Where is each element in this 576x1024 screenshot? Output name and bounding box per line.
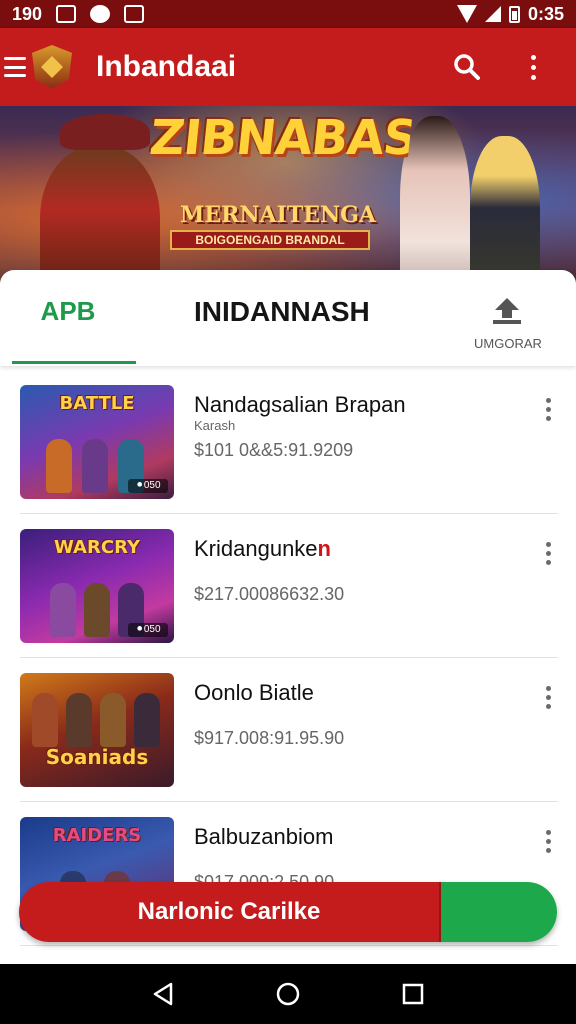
thumbnail-badge: ⚫050 [128, 479, 168, 493]
hero-banner[interactable]: ZIBNABASH MERNAITENGA BOIGOENGAID BRANDA… [0, 106, 576, 296]
secondary-action-button[interactable] [439, 882, 557, 942]
menu-icon[interactable] [4, 57, 26, 77]
game-thumbnail: BATTLE ⚫050 [20, 385, 174, 499]
status-time-right: 0:35 [527, 3, 564, 24]
item-title-mark: n [317, 536, 331, 561]
wifi-icon [456, 5, 477, 23]
item-more-icon[interactable] [538, 542, 558, 568]
app-logo [32, 45, 72, 89]
tab-bar: APB INIDANNASH UMGORAR [0, 270, 576, 366]
primary-action-button[interactable]: Narlonic Carilke [19, 882, 439, 942]
thumbnail-badge: ⚫050 [128, 623, 168, 637]
battery-icon [508, 5, 520, 23]
app-screen: 190 0:35 Inbandaai ZIBNABASH MERNAITENGA… [0, 0, 576, 1024]
thumbnail-logo: Soaniads [45, 745, 149, 769]
item-title: Kridangunken [194, 536, 331, 562]
game-list: BATTLE ⚫050 Nandagsalian Brapan Karash $… [0, 370, 576, 946]
item-title: Balbuzanbiom [194, 824, 334, 849]
upload-icon [493, 298, 521, 324]
status-right: 0:35 [456, 3, 564, 25]
hero-ribbon: BOIGOENGAID BRANDAL [170, 230, 370, 250]
list-item[interactable]: WARCRY ⚫050 Kridangunken $217.00086632.3… [20, 514, 558, 658]
item-title-text: Kridangunke [194, 536, 318, 561]
item-more-icon[interactable] [538, 686, 558, 712]
tab-apb[interactable]: APB [12, 270, 136, 366]
tab-side[interactable]: UMGORAR [470, 292, 546, 352]
tab-apb-label: APB [40, 296, 96, 326]
system-nav-bar [0, 964, 576, 1024]
thumbnail-logo: BATTLE [59, 393, 135, 414]
item-more-icon[interactable] [538, 830, 558, 856]
status-left: 190 [12, 3, 145, 25]
gallery-notification-icon [56, 5, 77, 23]
recents-icon[interactable] [393, 974, 433, 1014]
bottom-action-bar: Narlonic Carilke [19, 882, 557, 942]
thumbnail-logo: WARCRY [54, 537, 140, 558]
item-price: $917.008:91.95.90 [194, 728, 345, 748]
status-bar: 190 0:35 [0, 0, 576, 28]
app-title: Inbandaai [96, 50, 237, 83]
app-bar: Inbandaai [0, 28, 576, 106]
tab-side-label: UMGORAR [474, 336, 542, 351]
item-price: $217.00086632.30 [194, 584, 345, 604]
back-icon[interactable] [143, 974, 183, 1014]
tab-indicator [12, 361, 136, 364]
item-price: $101 0&&5:91.9209 [194, 440, 354, 460]
more-options-icon[interactable] [518, 52, 548, 82]
hero-subtitle: MERNAITENGA [180, 202, 376, 228]
chat-notification-icon [90, 5, 111, 23]
list-item[interactable]: Soaniads Oonlo Biatle $917.008:91.95.90 [20, 658, 558, 802]
game-thumbnail: WARCRY ⚫050 [20, 529, 174, 643]
game-thumbnail: Soaniads [20, 673, 174, 787]
signal-icon [484, 6, 501, 22]
item-title: Nandagsalian Brapan [194, 392, 406, 417]
home-icon[interactable] [268, 974, 308, 1014]
item-title: Oonlo Biatle [194, 680, 314, 705]
thumbnail-logo: RAIDERS [52, 825, 142, 846]
hero-title: ZIBNABASH [147, 110, 413, 166]
status-time-left: 190 [12, 3, 43, 24]
hero-character-center [400, 116, 470, 296]
hero-character-hat [60, 114, 150, 150]
app-notification-icon [124, 5, 145, 23]
search-icon[interactable] [452, 52, 482, 82]
app-actions [452, 52, 548, 82]
tab-main[interactable]: INIDANNASH [194, 296, 370, 328]
item-subtitle: Karash [194, 418, 236, 433]
list-item[interactable]: BATTLE ⚫050 Nandagsalian Brapan Karash $… [20, 370, 558, 514]
item-more-icon[interactable] [538, 398, 558, 424]
